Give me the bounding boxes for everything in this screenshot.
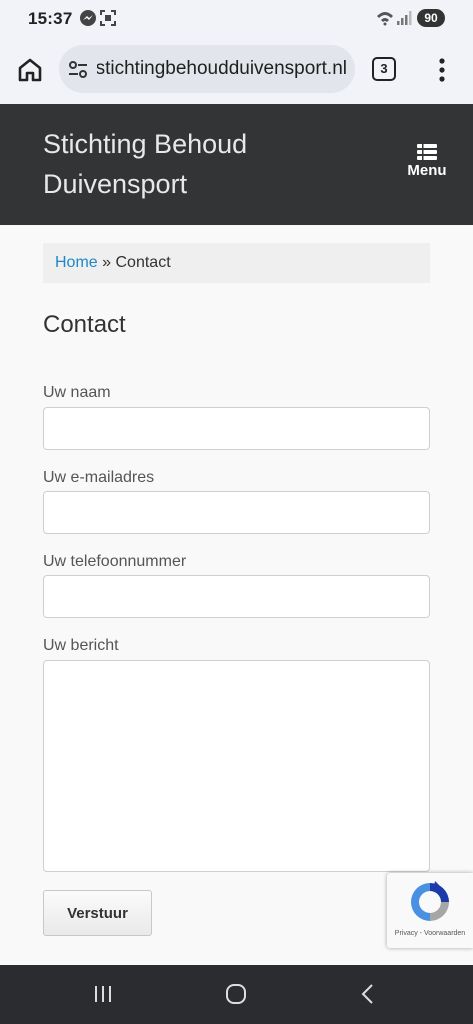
browser-toolbar: stichtingbehoudduivensport.nl 3	[0, 36, 473, 104]
status-time: 15:37	[28, 9, 73, 28]
phone-input[interactable]	[43, 575, 430, 618]
name-label: Uw naam	[43, 384, 111, 401]
address-bar[interactable]: stichtingbehoudduivensport.nl	[59, 45, 355, 93]
status-bar: 15:37 90	[0, 0, 473, 36]
main-content: Home » Contact Contact Uw naam Uw e-mail…	[0, 225, 473, 965]
more-options-icon[interactable]	[430, 55, 454, 85]
site-settings-icon[interactable]	[67, 59, 89, 81]
url-text: stichtingbehoudduivensport.nl	[97, 58, 347, 79]
recent-apps-icon[interactable]	[92, 982, 114, 1006]
phone-label: Uw telefoonnummer	[43, 553, 187, 570]
site-title[interactable]: Stichting Behoud Duivensport	[43, 124, 323, 204]
breadcrumb: Home » Contact	[43, 243, 430, 283]
menu-icon	[417, 144, 437, 160]
page-title: Contact	[43, 311, 126, 338]
message-textarea[interactable]	[43, 660, 430, 872]
system-nav-bar	[0, 965, 473, 1024]
battery-indicator: 90	[417, 9, 445, 27]
message-label: Uw bericht	[43, 637, 119, 654]
email-label: Uw e-mailadres	[43, 469, 155, 486]
signal-icon	[397, 11, 412, 25]
screenshot-icon	[100, 10, 116, 26]
menu-button[interactable]: Menu	[402, 144, 452, 180]
home-icon[interactable]	[16, 56, 44, 84]
breadcrumb-home-link[interactable]: Home	[55, 254, 98, 271]
menu-label: Menu	[407, 162, 447, 179]
site-header: Stichting Behoud Duivensport Menu	[0, 104, 473, 225]
back-icon[interactable]	[358, 982, 378, 1006]
messenger-icon	[80, 10, 96, 26]
breadcrumb-current: Contact	[115, 254, 171, 271]
tab-switcher-button[interactable]: 3	[372, 57, 396, 81]
breadcrumb-separator: »	[102, 254, 112, 271]
recaptcha-badge[interactable]: Privacy - Voorwaarden	[387, 873, 473, 948]
name-input[interactable]	[43, 407, 430, 450]
submit-button[interactable]: Verstuur	[43, 890, 152, 936]
recaptcha-icon	[411, 881, 449, 921]
email-input[interactable]	[43, 491, 430, 534]
recaptcha-links[interactable]: Privacy - Voorwaarden	[387, 930, 473, 937]
home-nav-icon[interactable]	[224, 982, 248, 1006]
wifi-icon	[377, 12, 393, 26]
